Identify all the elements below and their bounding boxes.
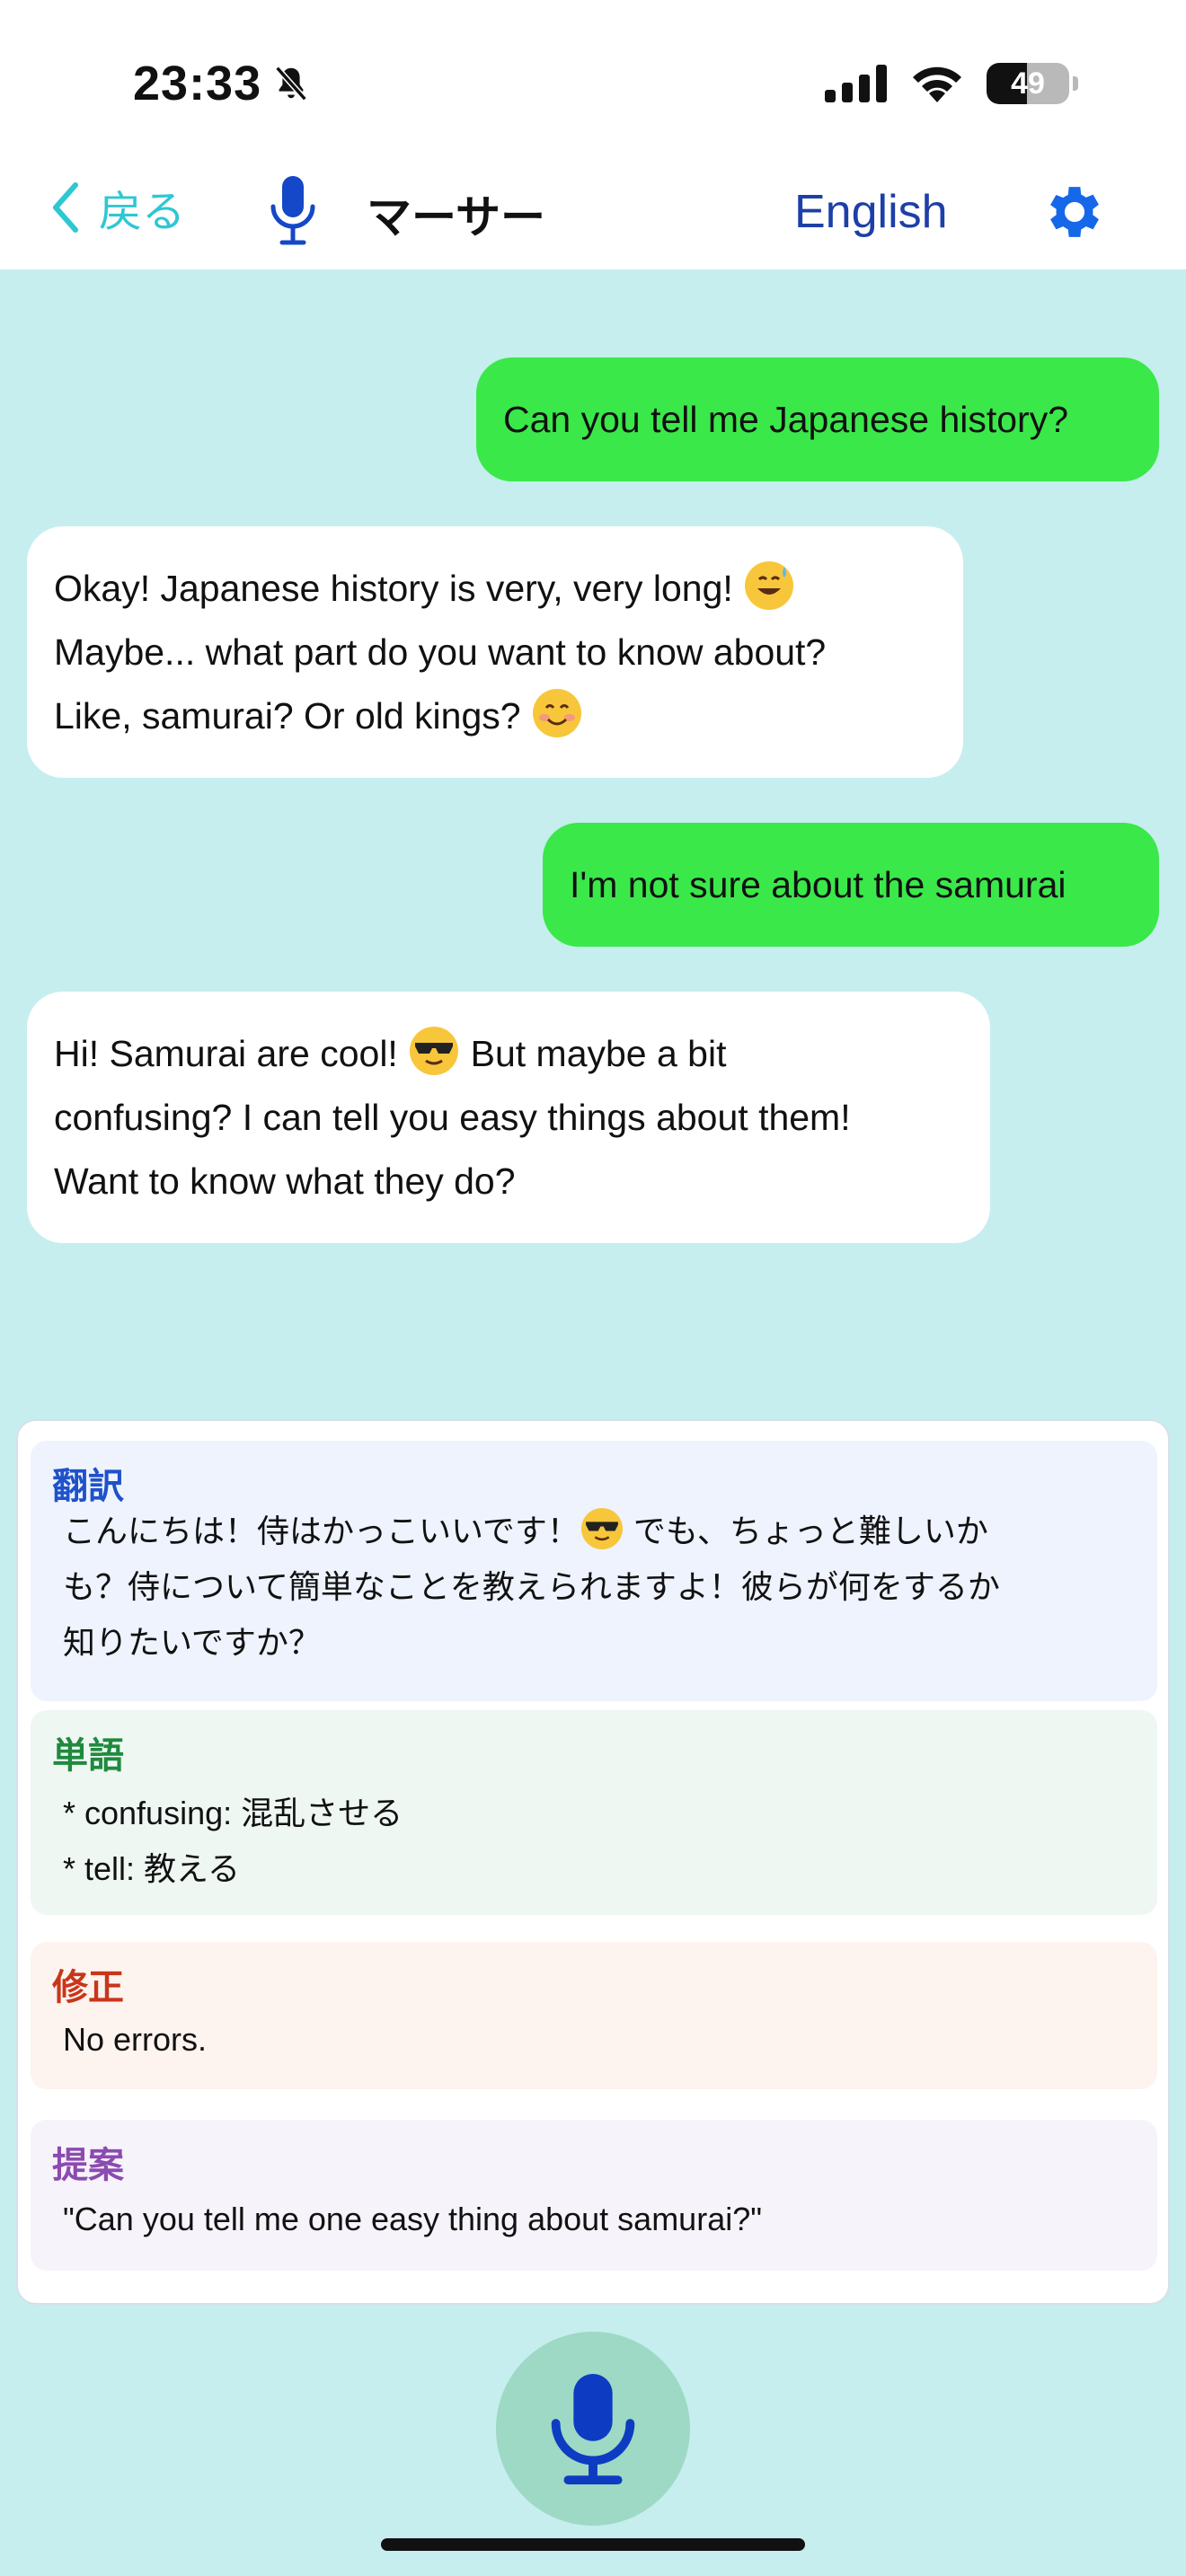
translation-line: も？侍について簡単なことを教えられますよ！彼らが何をするか xyxy=(63,1568,1000,1605)
translation-text-part: こんにちは！侍はかっこいいです！ xyxy=(63,1513,580,1549)
battery-cap xyxy=(1073,76,1078,91)
suggestion-title: 提案 xyxy=(52,2146,124,2185)
gear-icon[interactable] xyxy=(1040,178,1109,246)
record-button[interactable] xyxy=(496,2332,690,2526)
translation-text-part: でも、ちょっと難しいか xyxy=(624,1513,988,1549)
vocabulary-list: * confusing: 混乱させる * tell: 教える xyxy=(63,1786,403,1897)
chevron-left-icon xyxy=(53,182,78,233)
language-selector[interactable]: English xyxy=(794,185,948,239)
status-indicators: 49 xyxy=(825,63,1078,104)
chat-message-bot: Hi! Samurai are cool! But maybe a bit co… xyxy=(27,992,990,1243)
vocabulary-card: 単語 * confusing: 混乱させる * tell: 教える xyxy=(31,1710,1157,1915)
message-line: Okay! Japanese history is very, very lon… xyxy=(54,557,936,621)
back-label: 戻る xyxy=(99,189,186,236)
chat-message-user: Can you tell me Japanese history? xyxy=(476,357,1159,481)
battery-percent: 49 xyxy=(1011,66,1045,101)
correction-title: 修正 xyxy=(52,1968,124,2007)
cellular-signal-icon xyxy=(825,65,887,102)
grinning-sweat-emoji-icon xyxy=(745,561,794,610)
message-text: I'm not sure about the samurai xyxy=(570,864,1067,905)
message-line: Maybe... what part do you want to know a… xyxy=(54,631,827,673)
message-text: Hi! Samurai are cool! xyxy=(54,1033,409,1074)
correction-text: No errors. xyxy=(63,2021,208,2058)
message-line: confusing? I can tell you easy things ab… xyxy=(54,1097,851,1138)
message-text: Okay! Japanese history is very, very lon… xyxy=(54,568,744,609)
translation-line: 知りたいですか？ xyxy=(63,1624,321,1661)
status-time: 23:33 xyxy=(133,57,262,110)
home-indicator xyxy=(381,2538,805,2551)
smiling-emoji-icon xyxy=(532,689,581,737)
navigation-bar: 戻る マーサー English xyxy=(0,162,1186,260)
vocabulary-title: 単語 xyxy=(52,1736,124,1776)
chat-message-bot: Okay! Japanese history is very, very lon… xyxy=(27,526,963,778)
learning-panel: 翻訳 こんにちは！侍はかっこいいです！ でも、ちょっと難しいか も？侍について簡… xyxy=(16,1419,1170,2305)
microphone-icon[interactable] xyxy=(266,174,320,246)
message-text: But maybe a bit xyxy=(460,1033,727,1074)
message-line: Like, samurai? Or old kings? xyxy=(54,684,936,748)
vocabulary-item: * confusing: 混乱させる xyxy=(63,1795,403,1831)
microphone-icon xyxy=(551,2373,635,2485)
sunglasses-emoji-icon xyxy=(410,1027,459,1075)
message-line: Hi! Samurai are cool! But maybe a bit xyxy=(54,1022,963,1086)
vocabulary-item: * tell: 教える xyxy=(63,1850,240,1887)
correction-card: 修正 No errors. xyxy=(31,1942,1157,2089)
conversation-title: マーサー xyxy=(367,192,545,243)
sunglasses-emoji-icon xyxy=(580,1508,623,1549)
translation-title: 翻訳 xyxy=(52,1467,124,1506)
battery-indicator: 49 xyxy=(987,63,1069,104)
message-text: Can you tell me Japanese history? xyxy=(503,399,1069,440)
status-bar-time-group: 23:33 xyxy=(133,56,312,111)
bell-slash-icon xyxy=(275,66,307,101)
suggestion-text: "Can you tell me one easy thing about sa… xyxy=(63,2201,763,2237)
message-line: Want to know what they do? xyxy=(54,1160,516,1202)
translation-line: こんにちは！侍はかっこいいです！ でも、ちょっと難しいか xyxy=(63,1504,1123,1559)
chat-message-user: I'm not sure about the samurai xyxy=(543,823,1159,947)
wifi-icon xyxy=(913,66,961,102)
suggestion-card: 提案 "Can you tell me one easy thing about… xyxy=(31,2120,1157,2271)
top-bar: 23:33 49 戻る マーサー English xyxy=(0,0,1186,269)
translation-card: 翻訳 こんにちは！侍はかっこいいです！ でも、ちょっと難しいか も？侍について簡… xyxy=(31,1441,1157,1701)
translation-text: こんにちは！侍はかっこいいです！ でも、ちょっと難しいか も？侍について簡単なこ… xyxy=(63,1504,1123,1671)
back-button[interactable]: 戻る xyxy=(50,176,185,239)
message-text: Like, samurai? Or old kings? xyxy=(54,695,531,737)
